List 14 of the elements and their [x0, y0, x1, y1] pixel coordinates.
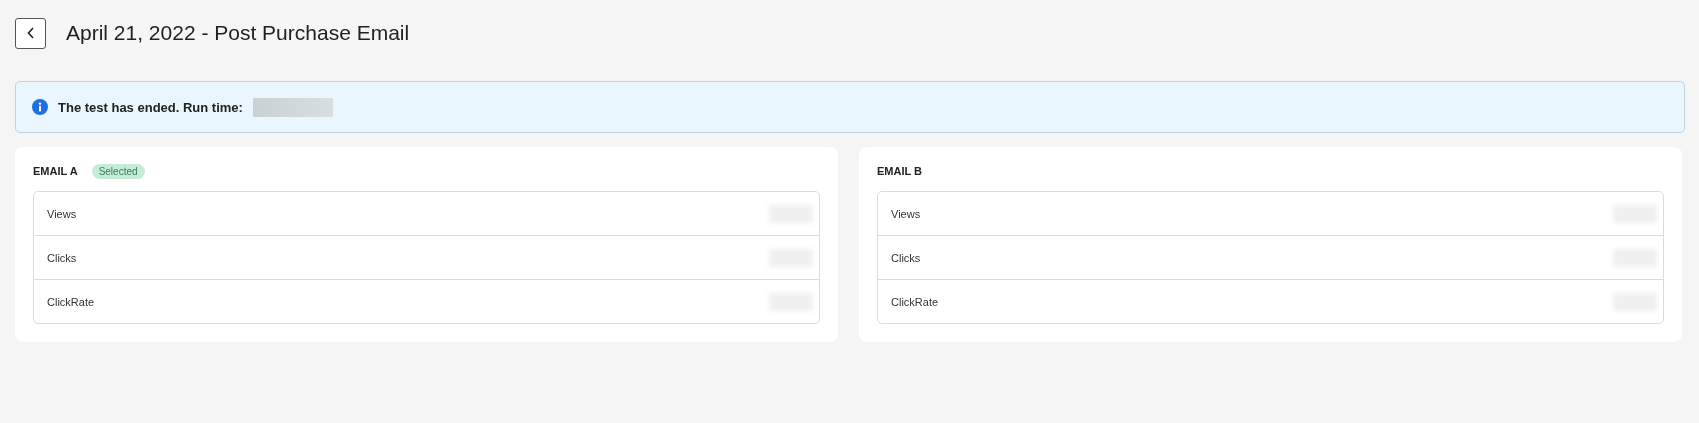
- selected-badge: Selected: [91, 163, 145, 179]
- metric-label: Clicks: [891, 251, 921, 264]
- back-button[interactable]: [15, 17, 46, 49]
- metric-label: ClickRate: [47, 295, 95, 308]
- variant-title: EMAIL A: [33, 165, 78, 177]
- metric-label: Views: [47, 207, 77, 220]
- metric-label: Clicks: [47, 251, 77, 264]
- back-icon: [26, 27, 35, 39]
- banner-message: The test has ended. Run time:: [58, 99, 243, 115]
- metric-label: ClickRate: [891, 295, 939, 308]
- variant-title: EMAIL B: [877, 165, 923, 177]
- info-icon: [32, 99, 48, 115]
- page-title: April 21, 2022 - Post Purchase Email: [66, 21, 410, 45]
- metric-label: Views: [891, 207, 921, 220]
